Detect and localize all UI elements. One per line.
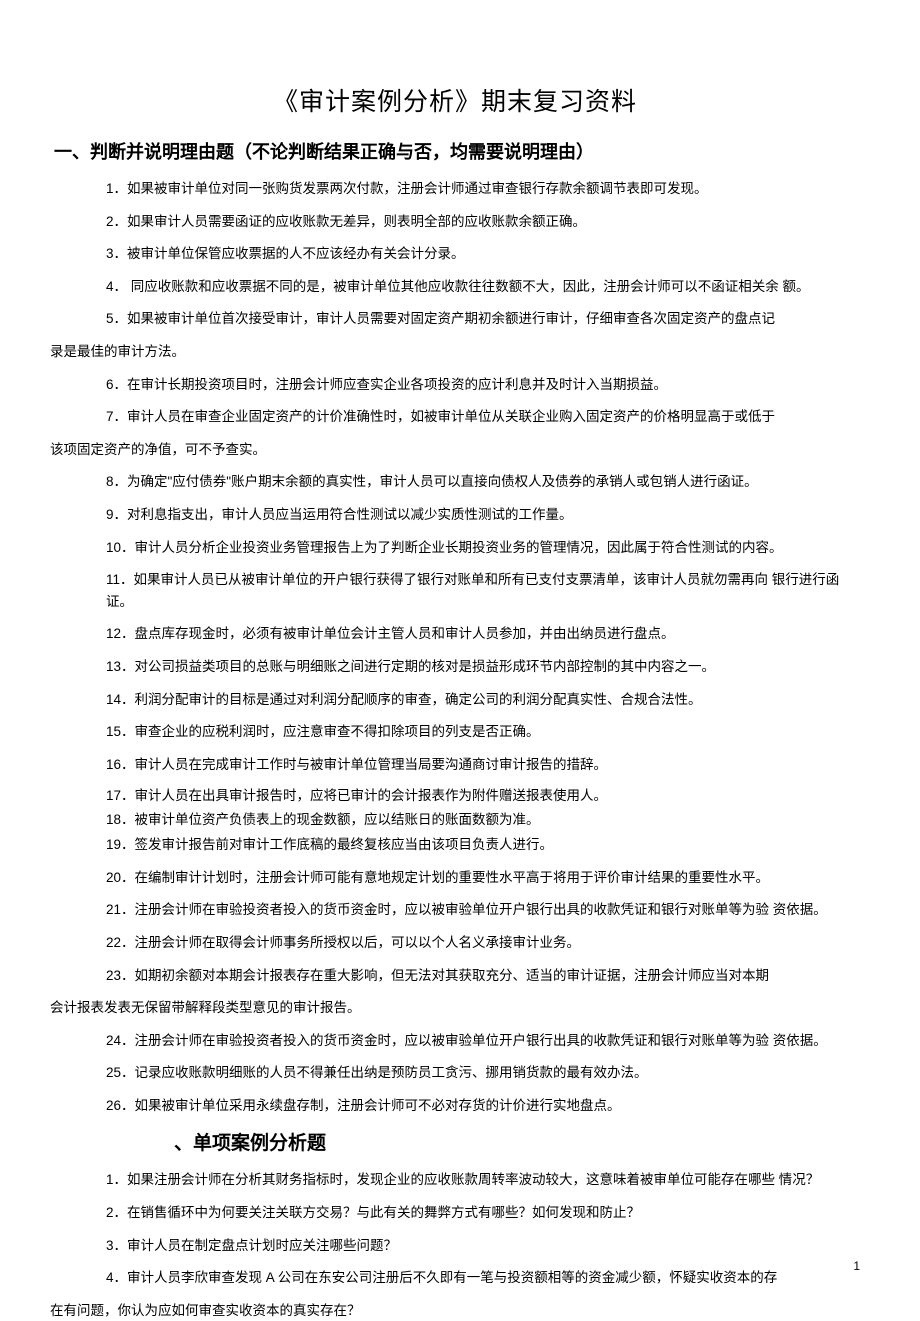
q1-26: 26．如果被审计单位采用永续盘存制，注册会计师可不必对存货的计价进行实地盘点。 [106,1095,860,1117]
q1-23a: 23．如期初余额对本期会计报表存在重大影响，但无法对其获取充分、适当的审计证据，… [106,965,860,987]
q2-4a: 4．审计人员李欣审查发现 A 公司在东安公司注册后不久即有一笔与投资额相等的资金… [106,1267,860,1289]
q1-12: 12．盘点库存现金时，必须有被审计单位会计主管人员和审计人员参加，并由出纳员进行… [106,623,860,645]
q1-18: 18．被审计单位资产负债表上的现金数额，应以结账日的账面数额为准。 [106,810,860,831]
q1-25: 25．记录应收账款明细账的人员不得兼任出纳是预防员工贪污、挪用销货款的最有效办法… [106,1062,860,1084]
page-number: 1 [853,1259,860,1273]
q1-3: 3．被审计单位保管应收票据的人不应该经办有关会计分录。 [106,243,860,265]
q1-23b: 会计报表发表无保留带解释段类型意见的审计报告。 [50,997,860,1019]
q2-2: 2．在销售循环中为何要关注关联方交易？与此有关的舞弊方式有哪些？如何发现和防止？ [106,1202,860,1224]
q1-11: 11．如果审计人员已从被审计单位的开户银行获得了银行对账单和所有已支付支票清单，… [106,569,860,612]
section-1-heading: 一、判断并说明理由题（不论判断结果正确与否，均需要说明理由） [54,138,860,164]
q1-21: 21．注册会计师在审验投资者投入的货币资金时，应以被审验单位开户银行出具的收款凭… [106,899,860,921]
q1-14: 14．利润分配审计的目标是通过对利润分配顺序的审查，确定公司的利润分配真实性、合… [106,689,860,711]
q1-20: 20．在编制审计计划时，注册会计师可能有意地规定计划的重要性水平高于将用于评价审… [106,867,860,889]
q2-4b: 在有问题，你认为应如何审查实收资本的真实存在？ [50,1300,860,1321]
q1-5a: 5．如果被审计单位首次接受审计，审计人员需要对固定资产期初余额进行审计，仔细审查… [106,308,860,330]
q1-7b: 该项固定资产的净值，可不予查实。 [50,439,860,461]
q1-7a: 7．审计人员在审查企业固定资产的计价准确性时，如被审计单位从关联企业购入固定资产… [106,406,860,428]
q1-2: 2．如果审计人员需要函证的应收账款无差异，则表明全部的应收账款余额正确。 [106,211,860,233]
q1-22: 22．注册会计师在取得会计师事务所授权以后，可以以个人名义承接审计业务。 [106,932,860,954]
q1-16: 16．审计人员在完成审计工作时与被审计单位管理当局要沟通商讨审计报告的措辞。 [106,754,860,776]
q1-1: 1．如果被审计单位对同一张购货发票两次付款，注册会计师通过审查银行存款余额调节表… [106,178,860,200]
q1-24: 24．注册会计师在审验投资者投入的货币资金时，应以被审验单位开户银行出具的收款凭… [106,1030,860,1052]
q1-15: 15．审查企业的应税利润时，应注意审查不得扣除项目的列支是否正确。 [106,721,860,743]
q2-1: 1．如果注册会计师在分析其财务指标时，发现企业的应收账款周转率波动较大，这意味着… [106,1169,860,1191]
q1-19: 19．签发审计报告前对审计工作底稿的最终复核应当由该项目负责人进行。 [106,834,860,856]
document-title: 《审计案例分析》期末复习资料 [50,82,860,118]
q1-10: 10．审计人员分析企业投资业务管理报告上为了判断企业长期投资业务的管理情况，因此… [106,537,860,559]
q1-9: 9．对利息指支出，审计人员应当运用符合性测试以减少实质性测试的工作量。 [106,504,860,526]
section-2-heading: 、单项案例分析题 [174,1128,860,1155]
q1-13: 13．对公司损益类项目的总账与明细账之间进行定期的核对是损益形成环节内部控制的其… [106,656,860,678]
q1-4: 4． 同应收账款和应收票据不同的是，被审计单位其他应收款往往数额不大，因此，注册… [106,276,860,298]
q2-3: 3．审计人员在制定盘点计划时应关注哪些问题？ [106,1235,860,1257]
q1-8: 8．为确定"应付债券"账户期末余额的真实性，审计人员可以直接向债权人及债券的承销… [106,471,860,493]
q1-17: 17．审计人员在出具审计报告时，应将已审计的会计报表作为附件赠送报表使用人。 [106,786,860,807]
q1-5b: 录是最佳的审计方法。 [50,341,860,363]
q1-6: 6．在审计长期投资项目时，注册会计师应查实企业各项投资的应计利息并及时计入当期损… [106,374,860,396]
